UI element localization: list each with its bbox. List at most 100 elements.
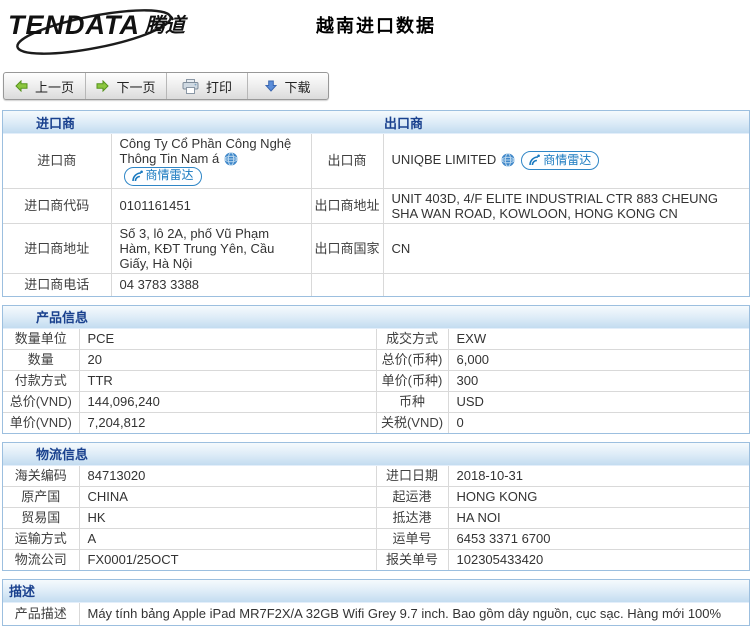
section-logistics-info: 物流信息 海关编码 84713020 进口日期 2018-10-31 原产国 C… (2, 442, 750, 571)
field-value: 2018-10-31 (448, 466, 749, 487)
table-row: 贸易国 HK 抵达港 HA NOI (3, 507, 749, 528)
field-label: 运输方式 (3, 528, 79, 549)
field-value: FX0001/25OCT (79, 549, 376, 570)
field-value: 20 (79, 349, 376, 370)
section-header: 描述 (3, 580, 749, 603)
next-page-button[interactable]: 下一页 (85, 73, 166, 99)
table-row: 运输方式 A 运单号 6453 3371 6700 (3, 528, 749, 549)
field-label: 单价(币种) (376, 370, 448, 391)
field-label: 总价(VND) (3, 391, 79, 412)
arrow-left-icon (15, 80, 28, 92)
section-header: 物流信息 (3, 443, 749, 466)
field-value: 04 3783 3388 (111, 273, 311, 296)
exporter-name: UNIQBE LIMITED (392, 152, 497, 167)
section-header: 产品信息 (3, 306, 749, 329)
field-value: UNIT 403D, 4/F ELITE INDUSTRIAL CTR 883 … (383, 188, 749, 223)
logistics-info-table: 海关编码 84713020 进口日期 2018-10-31 原产国 CHINA … (3, 466, 749, 570)
field-value: UNIQBE LIMITED 商情雷达 (383, 134, 749, 188)
field-value: HA NOI (448, 507, 749, 528)
radar-badge[interactable]: 商情雷达 (521, 151, 599, 170)
table-row: 进口商 Công Ty Cổ Phần Công Nghệ Thông Tin … (3, 134, 749, 188)
field-label: 进口商地址 (3, 223, 111, 273)
field-label: 出口商地址 (311, 188, 383, 223)
field-value: CN (383, 223, 749, 273)
table-row: 进口商代码 0101161451 出口商地址 UNIT 403D, 4/F EL… (3, 188, 749, 223)
field-value: Số 3, lô 2A, phố Vũ Phạm Hàm, KĐT Trung … (111, 223, 311, 273)
field-value (383, 273, 749, 296)
field-value: 6453 3371 6700 (448, 528, 749, 549)
field-value: HONG KONG (448, 486, 749, 507)
field-label (311, 273, 383, 296)
field-value: 7,204,812 (79, 412, 376, 433)
field-value: CHINA (79, 486, 376, 507)
section-importer-exporter: 进口商 出口商 进口商 Công Ty Cổ Phần Công Nghệ Th… (2, 110, 750, 297)
field-value: Công Ty Cổ Phần Công Nghệ Thông Tin Nam … (111, 134, 311, 188)
prev-page-label: 上一页 (35, 77, 74, 96)
table-row: 原产国 CHINA 起运港 HONG KONG (3, 486, 749, 507)
product-info-table: 数量单位 PCE 成交方式 EXW 数量 20 总价(币种) 6,000 付款方… (3, 329, 749, 433)
field-value: 84713020 (79, 466, 376, 487)
printer-icon (182, 79, 199, 94)
table-row: 数量单位 PCE 成交方式 EXW (3, 329, 749, 350)
download-label: 下载 (284, 77, 310, 96)
field-label: 原产国 (3, 486, 79, 507)
field-label: 报关单号 (376, 549, 448, 570)
field-label: 关税(VND) (376, 412, 448, 433)
field-value: 102305433420 (448, 549, 749, 570)
download-button[interactable]: 下载 (247, 73, 328, 99)
radar-badge[interactable]: 商情雷达 (124, 167, 202, 186)
field-label: 出口商 (311, 134, 383, 188)
radar-signal-icon (131, 170, 143, 182)
table-row: 进口商电话 04 3783 3388 (3, 273, 749, 296)
field-label: 数量 (3, 349, 79, 370)
prev-page-button[interactable]: 上一页 (4, 73, 85, 99)
field-label: 进口商 (3, 134, 111, 188)
radar-signal-icon (528, 154, 540, 166)
importer-name: Công Ty Cổ Phần Công Nghệ Thông Tin Nam … (120, 136, 292, 166)
field-value: A (79, 528, 376, 549)
field-label: 物流公司 (3, 549, 79, 570)
field-label: 起运港 (376, 486, 448, 507)
field-label: 数量单位 (3, 329, 79, 350)
globe-icon[interactable] (501, 153, 515, 167)
print-button[interactable]: 打印 (166, 73, 247, 99)
field-label: 出口商国家 (311, 223, 383, 273)
exporter-header-label: 出口商 (384, 113, 423, 132)
field-value: 0101161451 (111, 188, 311, 223)
field-value: PCE (79, 329, 376, 350)
field-label: 进口商电话 (3, 273, 111, 296)
product-header-label: 产品信息 (3, 307, 88, 326)
field-value: 0 (448, 412, 749, 433)
field-label: 单价(VND) (3, 412, 79, 433)
field-label: 成交方式 (376, 329, 448, 350)
header-bar: TENDATA腾道 越南进口数据 (0, 0, 752, 62)
section-description: 描述 产品描述 Máy tính bảng Apple iPad MR7F2X/… (2, 579, 750, 626)
field-value: TTR (79, 370, 376, 391)
field-value: HK (79, 507, 376, 528)
field-label: 进口日期 (376, 466, 448, 487)
field-label: 付款方式 (3, 370, 79, 391)
table-row: 总价(VND) 144,096,240 币种 USD (3, 391, 749, 412)
field-value: 6,000 (448, 349, 749, 370)
description-header-label: 描述 (3, 581, 35, 600)
field-value: USD (448, 391, 749, 412)
field-label: 抵达港 (376, 507, 448, 528)
product-description-value: Máy tính bảng Apple iPad MR7F2X/A 32GB W… (79, 603, 749, 625)
field-label: 进口商代码 (3, 188, 111, 223)
brand-text: TENDATA (8, 10, 140, 40)
next-page-label: 下一页 (116, 77, 155, 96)
field-label: 总价(币种) (376, 349, 448, 370)
globe-icon[interactable] (224, 152, 238, 166)
arrow-down-icon (265, 80, 277, 92)
page-title: 越南进口数据 (316, 12, 436, 38)
field-label: 币种 (376, 391, 448, 412)
importer-header-label: 进口商 (3, 113, 75, 132)
toolbar: 上一页 下一页 打印 下载 (3, 72, 329, 100)
logistics-header-label: 物流信息 (3, 444, 88, 463)
field-label: 产品描述 (3, 603, 79, 625)
field-value: 144,096,240 (79, 391, 376, 412)
table-row: 数量 20 总价(币种) 6,000 (3, 349, 749, 370)
brand-cn-text: 腾道 (145, 15, 185, 37)
section-product-info: 产品信息 数量单位 PCE 成交方式 EXW 数量 20 总价(币种) 6,00… (2, 305, 750, 434)
table-row: 单价(VND) 7,204,812 关税(VND) 0 (3, 412, 749, 433)
